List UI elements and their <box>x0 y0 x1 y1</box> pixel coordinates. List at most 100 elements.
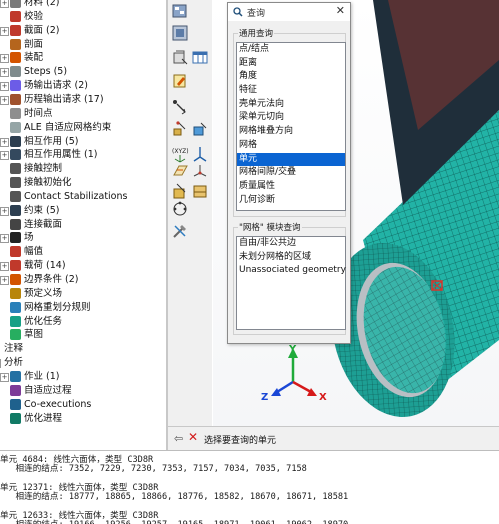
close-icon[interactable]: ✕ <box>336 4 345 17</box>
query-list-item[interactable]: 特征 <box>237 84 345 98</box>
tree-item-label: 分析 <box>4 357 24 369</box>
model-tree[interactable]: + 材料 (2) 校验 + 截面 (2) 剖面 + 装配 + Steps (5) + 场输出请求 (2… <box>0 0 166 450</box>
message-line: 相连的结点: 7352, 7229, 7230, 7353, 7157, 703… <box>0 464 307 475</box>
tree-item-label: 装配 <box>24 52 44 64</box>
virtual-topology-icon[interactable] <box>171 200 189 218</box>
tree-item-label: 自适应过程 <box>24 384 72 396</box>
expand-icon[interactable]: + <box>0 54 9 64</box>
query-list-item[interactable]: 网格堆叠方向 <box>237 125 345 139</box>
mesh-query-list-item[interactable]: 未划分网格的区域 <box>237 251 345 265</box>
tree-item-label: 场 <box>24 232 34 244</box>
query-list-item[interactable]: 几何诊断 <box>237 194 345 208</box>
expand-icon[interactable]: + <box>0 0 9 8</box>
query-list-item[interactable]: 网格间隙/交叠 <box>237 166 345 180</box>
query-dialog-icon <box>233 7 243 17</box>
datum-plane-icon[interactable] <box>171 162 189 180</box>
tree-item-label: 网格重划分规则 <box>24 301 91 313</box>
edit-set-icon[interactable] <box>171 72 189 90</box>
ale-constraint-icon <box>10 121 21 133</box>
contact-init-icon <box>10 177 21 189</box>
message-area[interactable]: 单元 4684: 线性六面体，类型 C3D8R 相连的结点: 7352, 722… <box>0 450 499 524</box>
tools-icon[interactable] <box>171 222 189 240</box>
prompt-text: 选择要查询的单元 <box>204 436 277 446</box>
mesh-query-list[interactable]: 自由/非公共边 未划分网格的区域 Unassociated geometry <box>236 236 346 330</box>
tree-item-label: 幅值 <box>24 246 44 258</box>
datum-axis-icon[interactable] <box>191 145 209 163</box>
expand-icon[interactable]: + <box>0 26 9 36</box>
tree-item-label: 相互作用属性 (1) <box>24 149 98 161</box>
query-node-icon[interactable] <box>171 120 189 138</box>
tree-item-label: 接触初始化 <box>24 177 72 189</box>
tree-item-label: Co-executions <box>24 398 92 410</box>
expand-icon[interactable]: + <box>0 262 9 272</box>
triad-x-label: X <box>319 392 327 403</box>
csys-icon[interactable]: (XYZ) <box>171 145 189 163</box>
tree-item-label: 校验 <box>24 10 44 22</box>
constraint-icon <box>10 204 21 216</box>
query-element-icon[interactable] <box>191 120 209 138</box>
optimization-process-icon <box>10 412 21 424</box>
back-arrow-icon[interactable]: ⇦ <box>174 432 183 445</box>
expand-icon[interactable]: + <box>0 372 9 382</box>
mesh-query-list-item[interactable]: Unassociated geometry <box>237 264 346 278</box>
tree-item-label: 约束 (5) <box>24 204 60 216</box>
query-list-item[interactable]: 单元 <box>237 152 345 167</box>
contact-stabilization-icon <box>10 190 21 202</box>
tree-item-label: 相互作用 (5) <box>24 135 79 147</box>
expand-icon[interactable]: + <box>0 234 9 244</box>
expand-icon[interactable]: + <box>0 151 9 161</box>
create-display-group-icon[interactable] <box>171 48 189 66</box>
tree-item-label: 边界条件 (2) <box>24 274 79 285</box>
partition-icon[interactable] <box>171 182 189 200</box>
job-icon <box>10 370 21 382</box>
contact-control-icon <box>10 163 21 175</box>
view-triad: Y Z X <box>261 344 327 403</box>
remeshing-rule-icon <box>10 301 21 313</box>
expand-icon[interactable]: + <box>0 95 9 105</box>
tree-item-label: ALE 自适应网格约束 <box>24 121 112 133</box>
boundary-condition-icon <box>10 274 21 285</box>
section-icon <box>10 24 21 36</box>
general-query-list[interactable]: 点/结点 距离 角度 特征 壳单元法向 梁单元切向 网格堆叠方向 网格 单元 网格间隙/交叠 质量属… <box>236 42 346 211</box>
query-dialog-titlebar[interactable]: 查询 ✕ <box>228 3 350 21</box>
load-icon <box>10 260 21 272</box>
general-query-label: 通用查询 <box>238 27 275 39</box>
expand-icon[interactable]: + <box>0 82 9 92</box>
query-list-item[interactable]: 质量属性 <box>237 180 345 194</box>
cancel-icon[interactable]: ✕ <box>188 430 198 444</box>
query-list-item[interactable]: 角度 <box>237 70 345 84</box>
tree-item-label: 剖面 <box>24 38 44 50</box>
tree-item-label: 时间点 <box>24 107 53 119</box>
expand-icon[interactable]: + <box>0 68 9 78</box>
triad-y-label: Y <box>288 344 297 355</box>
query-point-icon[interactable] <box>171 98 189 116</box>
adaptivity-icon <box>10 384 21 396</box>
query-list-item[interactable]: 距离 <box>237 57 345 71</box>
tree-item-label: 优化进程 <box>24 412 63 424</box>
query-list-item[interactable]: 壳单元法向 <box>237 98 345 112</box>
query-list-item[interactable]: 梁单元切向 <box>237 111 345 125</box>
datum-csys-icon[interactable] <box>191 162 209 180</box>
query-list-item[interactable]: 网格 <box>237 139 345 153</box>
expand-icon[interactable]: + <box>0 137 9 147</box>
material-icon <box>10 0 21 8</box>
collapse-icon[interactable]: - <box>0 359 1 369</box>
partition-face-icon[interactable] <box>191 182 209 200</box>
tree-item-label: 优化任务 <box>24 315 63 327</box>
table-icon[interactable] <box>191 48 209 66</box>
expand-icon[interactable]: + <box>0 206 9 216</box>
mesh-query-label: "网格" 模块查询 <box>238 221 302 233</box>
optimization-task-icon <box>10 315 21 327</box>
replace-icon[interactable] <box>171 24 189 42</box>
tree-item-label: 历程输出请求 (17) <box>24 93 104 105</box>
time-points-icon <box>10 107 21 119</box>
query-list-item[interactable]: 点/结点 <box>237 43 345 57</box>
expand-icon[interactable]: + <box>0 276 9 285</box>
interaction-icon <box>10 135 21 147</box>
query-dialog: 查询 ✕ 通用查询 点/结点 距离 角度 特征 壳单元法向 梁单元切向 网格堆叠方向 网格 单元… <box>227 2 351 344</box>
steps-icon <box>10 66 21 78</box>
display-group-icon[interactable] <box>171 2 189 20</box>
co-execution-icon <box>10 398 21 410</box>
tree-item-label: 接触控制 <box>24 163 63 175</box>
mesh-query-list-item[interactable]: 自由/非公共边 <box>237 237 345 251</box>
